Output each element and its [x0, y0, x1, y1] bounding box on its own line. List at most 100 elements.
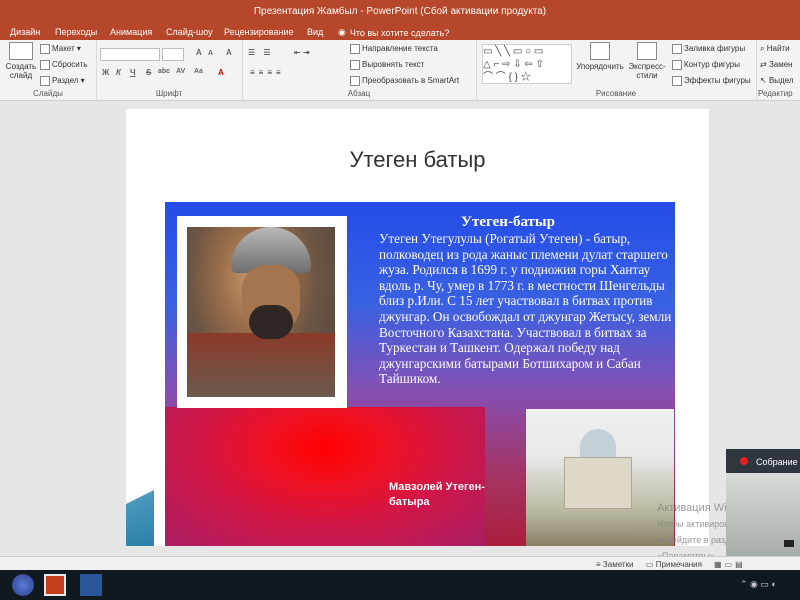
portrait-frame[interactable] — [177, 216, 347, 408]
font-size-combo[interactable] — [162, 48, 184, 61]
font-color-button[interactable]: A — [218, 68, 224, 77]
shape-effects-label: Эффекты фигуры — [684, 76, 751, 86]
align-text-button[interactable]: Выровнять текст — [350, 60, 424, 70]
select-button[interactable]: ↖ Выдел — [760, 76, 794, 85]
quick-styles-label: Экспресс-стили — [628, 62, 666, 80]
select-icon: ↖ — [760, 76, 767, 85]
layout-icon — [40, 44, 50, 54]
shape-outline-label: Контур фигуры — [684, 60, 740, 70]
red-gradient-box — [165, 407, 485, 546]
tab-view[interactable]: Вид — [307, 27, 323, 37]
tell-me-box[interactable]: ◉ Что вы хотите сделать? — [338, 27, 449, 38]
replace-icon: ⇄ — [760, 60, 767, 69]
camera-icon[interactable] — [784, 540, 794, 547]
search-icon: ⌕ — [760, 44, 765, 53]
shape-fill-button[interactable]: Заливка фигуры — [672, 44, 745, 54]
smartart-icon — [350, 76, 360, 86]
tab-design[interactable]: Дизайн — [10, 27, 40, 37]
photo-caption[interactable]: Мавзолей Утеген- батыра — [389, 480, 485, 510]
comments-icon: ▭ — [646, 560, 654, 569]
notes-icon: ≡ — [596, 560, 601, 569]
content-panel[interactable]: Утеген-батыр Утеген Утегулулы (Рогатый У… — [165, 202, 675, 546]
group-font-label: Шрифт — [155, 89, 183, 98]
group-paragraph: ☰ ☰ ⇤ ⇥ ≡≡≡≡ Направление текста Выровнят… — [242, 40, 477, 100]
status-bar: ≡ Заметки ▭ Примечания ▦▭▤ — [0, 556, 800, 571]
layout-button[interactable]: Макет ▾ — [40, 44, 81, 54]
new-slide-label: Создать слайд — [5, 62, 37, 80]
notes-button[interactable]: ≡ Заметки — [596, 560, 634, 569]
smartart-label: Преобразовать в SmartArt — [362, 76, 460, 86]
tab-animation[interactable]: Анимация — [110, 27, 152, 37]
bullets-button[interactable]: ☰ ☰ — [248, 48, 274, 57]
case-button[interactable]: Aa — [194, 68, 203, 75]
video-call-window[interactable]: Собрание — [726, 449, 800, 559]
slide[interactable]: Утеген батыр Утеген-батыр Утеген Утегулу… — [126, 109, 709, 546]
mausoleum-photo[interactable] — [526, 409, 674, 546]
find-label: Найти — [766, 44, 790, 53]
effects-icon — [672, 76, 682, 86]
replace-button[interactable]: ⇄ Замен — [760, 60, 793, 69]
reset-icon — [40, 60, 50, 70]
align-text-icon — [350, 60, 360, 70]
align-text-label: Выровнять текст — [362, 60, 425, 70]
reset-button[interactable]: Сбросить — [40, 60, 88, 70]
align-buttons[interactable]: ≡≡≡≡ — [250, 68, 285, 77]
caption-line-2: батыра — [389, 496, 430, 508]
arrange-button[interactable]: Упорядочить — [574, 42, 626, 71]
grow-font-button[interactable]: A — [196, 48, 202, 57]
strike-button[interactable]: S — [146, 68, 151, 77]
teams-app-icon[interactable] — [12, 574, 34, 596]
find-button[interactable]: ⌕ Найти — [760, 44, 790, 54]
meeting-name: Собрание — [756, 457, 798, 467]
powerpoint-app-icon[interactable] — [44, 574, 66, 596]
section-label: Раздел — [52, 76, 79, 86]
group-slides-label: Слайды — [33, 89, 63, 98]
shape-effects-button[interactable]: Эффекты фигуры — [672, 76, 751, 86]
video-header: Собрание — [726, 449, 800, 473]
window-title: Презентация Жамбыл - PowerPoint (Сбой ак… — [253, 6, 547, 17]
group-drawing: ▭ ╲ ╲ ▭ ○ ▭ △ ⌐ ⇨ ⇩ ⇦ ⇧ ⌒ ⌒ { } ☆ Упорядоч… — [476, 40, 757, 100]
outline-icon — [672, 60, 682, 70]
clear-format-button[interactable]: A — [226, 48, 232, 57]
tab-slideshow[interactable]: Слайд-шоу — [166, 27, 213, 37]
new-slide-button[interactable]: Создать слайд — [4, 42, 38, 80]
tab-review[interactable]: Рецензирование — [224, 27, 294, 37]
font-name-combo[interactable] — [100, 48, 160, 61]
fill-icon — [672, 44, 682, 54]
shape-outline-button[interactable]: Контур фигуры — [672, 60, 740, 70]
text-direction-label: Направление текста — [362, 44, 438, 54]
group-paragraph-label: Абзац — [347, 89, 371, 98]
slide-title[interactable]: Утеген батыр — [126, 147, 709, 173]
shapes-gallery[interactable]: ▭ ╲ ╲ ▭ ○ ▭ △ ⌐ ⇨ ⇩ ⇦ ⇧ ⌒ ⌒ { } ☆ — [482, 44, 572, 84]
new-slide-icon — [9, 42, 33, 60]
record-icon — [740, 457, 748, 465]
underline-button[interactable]: Ч — [130, 68, 136, 77]
quick-styles-button[interactable]: Экспресс-стили — [626, 42, 668, 80]
indent-buttons[interactable]: ⇤ ⇥ — [294, 48, 310, 57]
comments-button[interactable]: ▭ Примечания — [646, 560, 702, 569]
arrange-label: Упорядочить — [576, 62, 624, 71]
portrait-cloak — [187, 333, 335, 397]
arrange-icon — [590, 42, 610, 60]
shadow-button[interactable]: abc — [158, 68, 170, 75]
bold-button[interactable]: Ж — [102, 68, 109, 77]
italic-button[interactable]: К — [116, 68, 121, 77]
caption-line-1: Мавзолей Утеген- — [389, 481, 485, 493]
text-direction-button[interactable]: Направление текста — [350, 44, 438, 54]
section-icon — [40, 76, 50, 86]
ribbon: Создать слайд Макет ▾ Сбросить Раздел ▾ … — [0, 40, 800, 101]
mausoleum-dome — [580, 429, 616, 459]
content-body[interactable]: Утеген Утегулулы (Рогатый Утеген) - баты… — [379, 231, 679, 387]
spacing-button[interactable]: AV — [176, 68, 185, 75]
ribbon-tabs: Дизайн Переходы Анимация Слайд-шоу Рецен… — [0, 24, 800, 40]
view-buttons[interactable]: ▦▭▤ — [714, 560, 746, 569]
tab-transitions[interactable]: Переходы — [55, 27, 97, 37]
portrait-beard — [249, 305, 293, 339]
content-heading[interactable]: Утеген-батыр — [461, 214, 555, 231]
section-button[interactable]: Раздел ▾ — [40, 76, 85, 86]
shrink-font-button[interactable]: A — [208, 50, 213, 57]
system-tray[interactable]: ⌃ ◉ ▭ ◐ — [740, 579, 800, 591]
smartart-button[interactable]: Преобразовать в SmartArt — [350, 76, 459, 86]
word-app-icon[interactable] — [80, 574, 102, 596]
reset-label: Сбросить — [52, 60, 88, 70]
